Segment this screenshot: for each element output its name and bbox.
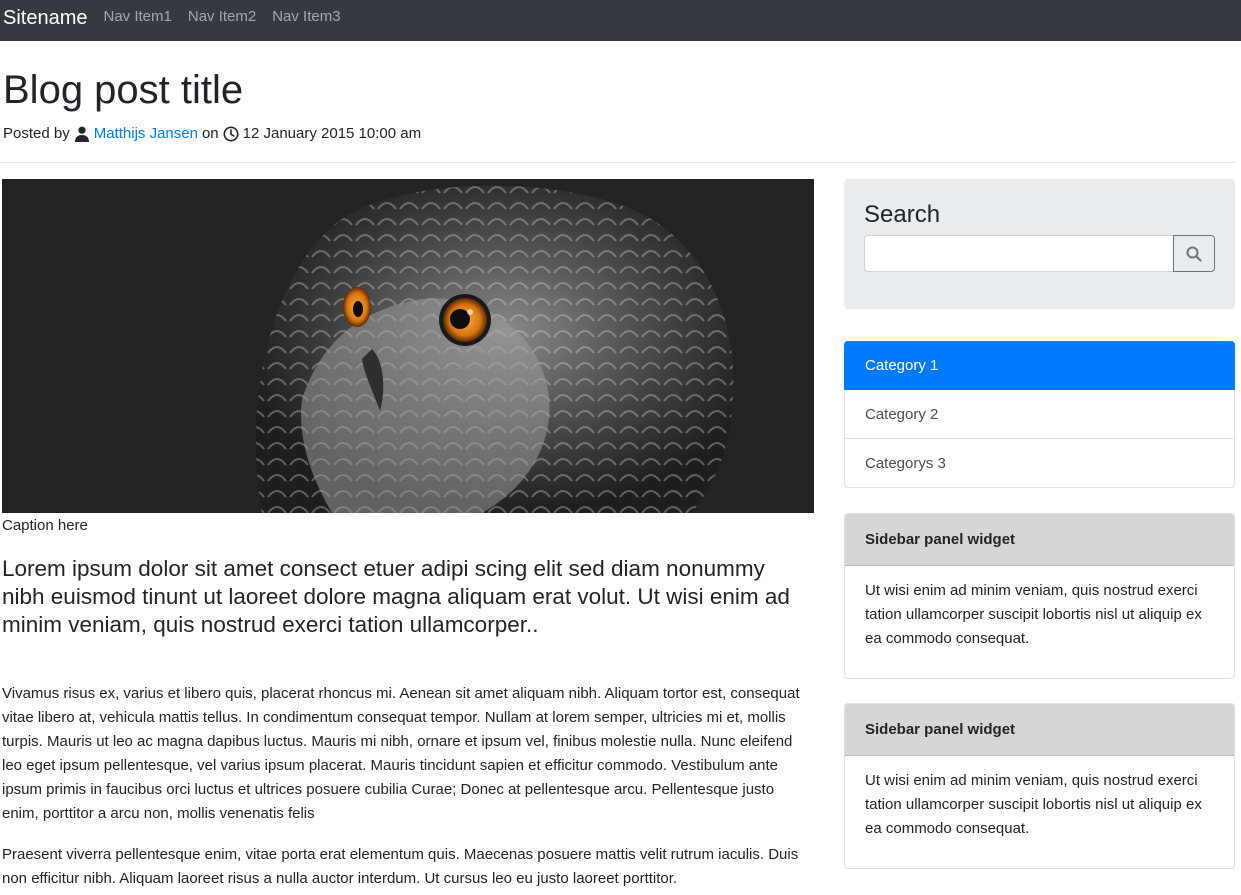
post-title: Blog post title bbox=[3, 68, 244, 112]
author-link[interactable]: Matthijs Jansen bbox=[94, 125, 198, 142]
post-paragraph-1: Vivamus risus ex, varius et libero quis,… bbox=[2, 685, 800, 822]
category-item-1[interactable]: Category 1 bbox=[844, 341, 1235, 390]
category-list: Category 1 Category 2 Categorys 3 bbox=[844, 341, 1235, 488]
user-icon bbox=[74, 126, 90, 142]
header-divider bbox=[0, 162, 1235, 163]
category-item-2[interactable]: Category 2 bbox=[844, 390, 1235, 439]
search-title: Search bbox=[864, 201, 941, 228]
post-lead: Lorem ipsum dolor sit amet consect etuer… bbox=[2, 556, 790, 637]
nav-item-2[interactable]: Nav Item2 bbox=[188, 8, 256, 25]
search-panel: Search bbox=[844, 179, 1235, 309]
category-item-3[interactable]: Categorys 3 bbox=[844, 439, 1235, 488]
owl-image bbox=[2, 179, 814, 513]
widget-body: Ut wisi enim ad minim veniam, quis nostr… bbox=[865, 582, 1202, 647]
clock-icon bbox=[223, 126, 239, 142]
nav-item-1[interactable]: Nav Item1 bbox=[104, 8, 172, 25]
post-meta: Posted by Matthijs Jansen on 12 January … bbox=[3, 125, 421, 142]
image-caption: Caption here bbox=[2, 517, 88, 534]
post-paragraph-2: Praesent viverra pellentesque enim, vita… bbox=[2, 846, 799, 887]
search-button[interactable] bbox=[1173, 235, 1215, 272]
sidebar-widget-1: Sidebar panel widget Ut wisi enim ad min… bbox=[844, 513, 1235, 679]
nav-links: Nav Item1 Nav Item2 Nav Item3 bbox=[104, 8, 357, 25]
site-brand[interactable]: Sitename bbox=[3, 7, 88, 30]
posted-by-label: Posted by bbox=[3, 125, 70, 142]
search-icon bbox=[1186, 246, 1202, 262]
widget-body: Ut wisi enim ad minim veniam, quis nostr… bbox=[865, 772, 1202, 837]
post-date: 12 January 2015 10:00 am bbox=[242, 125, 422, 142]
widget-title: Sidebar panel widget bbox=[845, 514, 1234, 566]
widget-title: Sidebar panel widget bbox=[845, 704, 1234, 756]
navbar: Sitename Nav Item1 Nav Item2 Nav Item3 bbox=[0, 0, 1241, 41]
sidebar-widget-2: Sidebar panel widget Ut wisi enim ad min… bbox=[844, 703, 1235, 869]
search-input[interactable] bbox=[864, 235, 1173, 272]
on-label: on bbox=[201, 125, 219, 142]
nav-item-3[interactable]: Nav Item3 bbox=[272, 8, 340, 25]
